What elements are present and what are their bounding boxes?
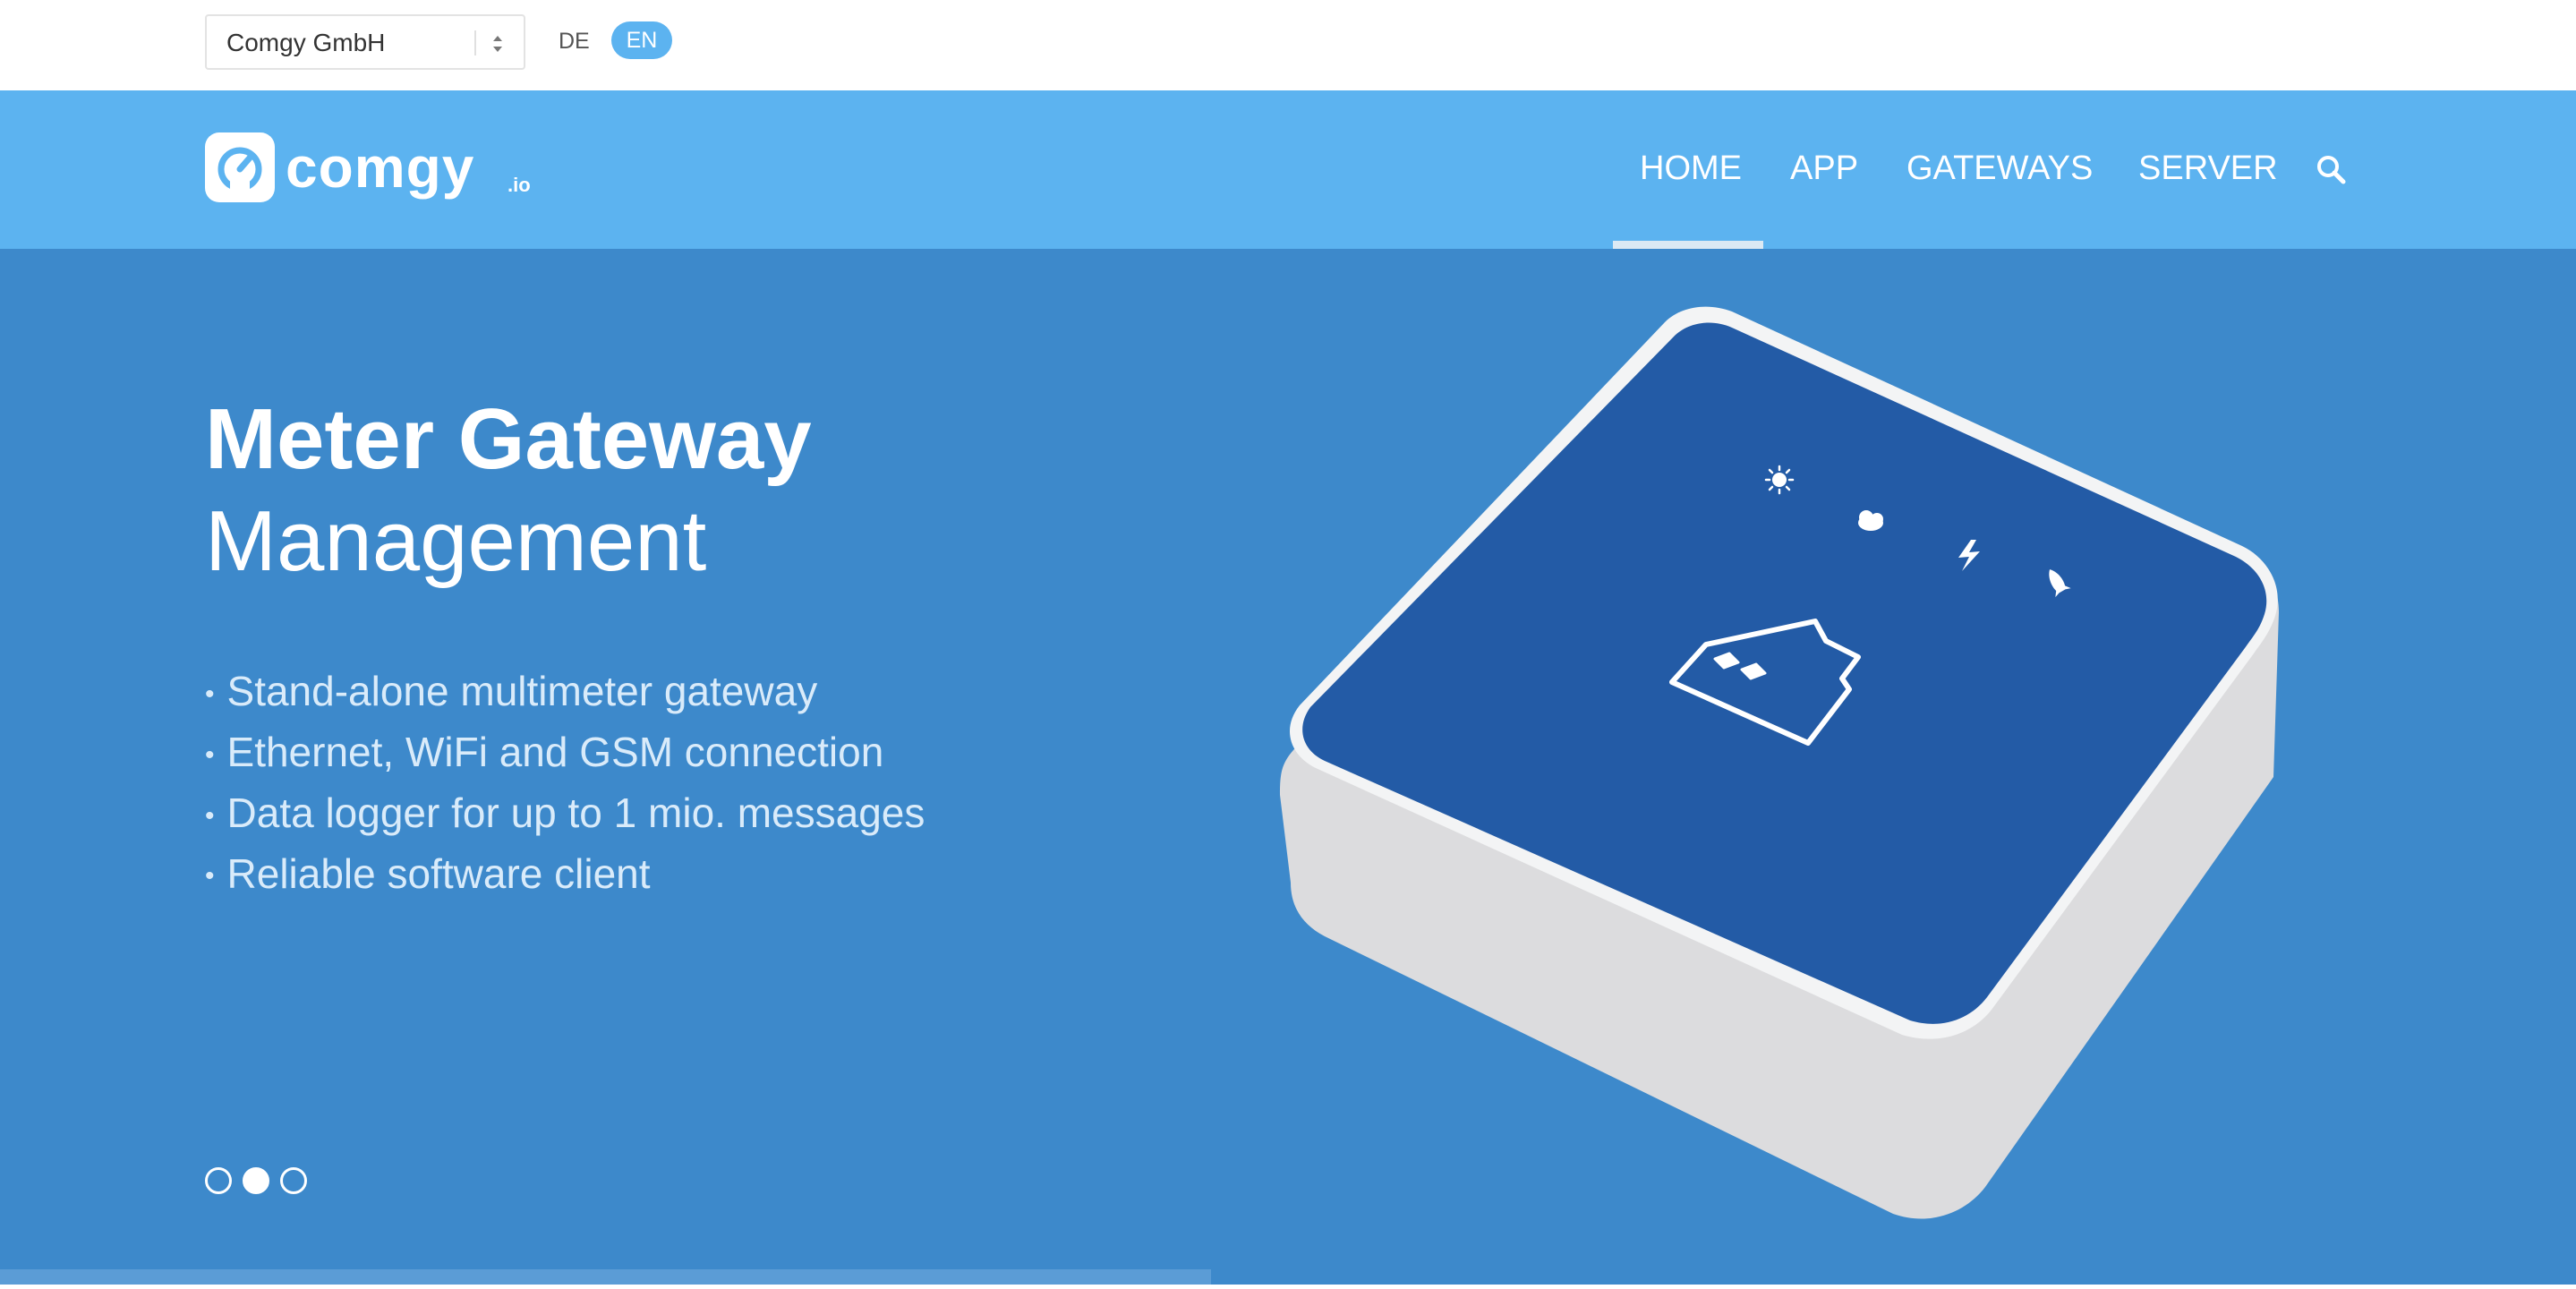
main-header: comgy .io HOME APP GATEWAYS SERVER <box>0 90 2576 249</box>
top-utility-bar: Comgy GmbH DE EN <box>0 0 2576 90</box>
nav-home[interactable]: HOME <box>1640 141 1742 196</box>
logo-tld: .io <box>508 174 531 196</box>
nav-server[interactable]: SERVER <box>2138 141 2278 196</box>
nav-gateways[interactable]: GATEWAYS <box>1906 141 2093 196</box>
feature-item: • Stand-alone multimeter gateway <box>205 662 925 723</box>
sun-icon <box>1764 465 1795 495</box>
hero-title: Meter Gateway <box>205 391 812 487</box>
slider-progress-bar <box>0 1269 1211 1285</box>
feature-item: • Ethernet, WiFi and GSM connection <box>205 723 925 784</box>
bullet: • <box>205 800 215 831</box>
company-select[interactable]: Comgy GmbH <box>205 14 525 70</box>
feature-text: Data logger for up to 1 mio. messages <box>226 789 925 836</box>
hero-slider: Meter Gateway Management • Stand-alone mu… <box>0 249 2576 1285</box>
page-bottom-strip <box>0 1285 2576 1289</box>
nav-app[interactable]: APP <box>1790 141 1858 196</box>
feature-item: • Reliable software client <box>205 845 925 906</box>
feature-list: • Stand-alone multimeter gateway • Etherne… <box>205 662 925 905</box>
slider-dot-1[interactable] <box>205 1167 232 1194</box>
company-select-value: Comgy GmbH <box>226 29 386 56</box>
feature-item: • Data logger for up to 1 mio. messages <box>205 784 925 845</box>
language-de-link[interactable]: DE <box>559 25 590 57</box>
bullet: • <box>205 861 215 892</box>
slider-dot-2[interactable] <box>243 1167 269 1194</box>
select-divider <box>474 30 476 55</box>
search-icon[interactable] <box>2315 153 2347 185</box>
bullet: • <box>205 739 215 770</box>
select-arrows-icon <box>493 36 502 52</box>
feature-text: Ethernet, WiFi and GSM connection <box>226 728 884 775</box>
bullet: • <box>205 679 215 709</box>
feature-text: Stand-alone multimeter gateway <box>226 668 818 714</box>
speedometer-icon <box>205 132 275 202</box>
feature-text: Reliable software client <box>226 849 651 897</box>
nav-active-indicator <box>1613 241 1763 249</box>
gateway-device-image <box>1280 306 2279 1219</box>
slider-progress-track <box>0 1269 2576 1285</box>
logo-wordmark: comgy <box>286 135 475 200</box>
slider-dot-3[interactable] <box>280 1167 307 1194</box>
language-en-link[interactable]: EN <box>611 21 672 59</box>
hero-subtitle: Management <box>205 493 707 589</box>
